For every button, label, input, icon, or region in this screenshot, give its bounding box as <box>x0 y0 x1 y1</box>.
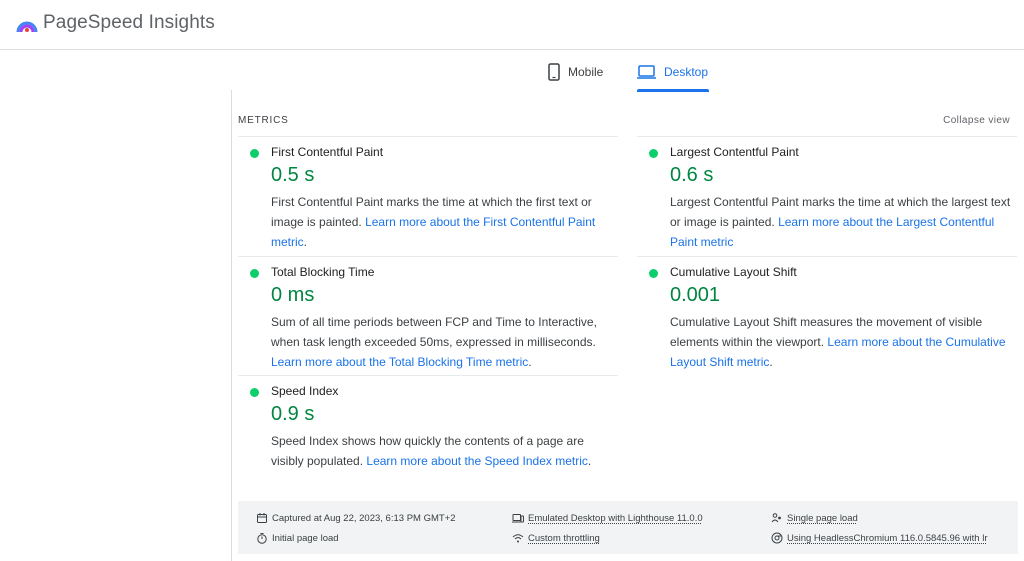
throttling-text: Custom throttling <box>528 532 600 544</box>
metric-first-contentful-paint: First Contentful Paint 0.5 s First Conte… <box>238 136 618 256</box>
pass-status-icon <box>250 269 259 278</box>
app-header: PageSpeed Insights <box>0 0 1024 50</box>
timer-icon <box>256 532 268 544</box>
learn-more-link[interactable]: Learn more about the Total Blocking Time… <box>271 355 528 369</box>
metric-name: Largest Contentful Paint <box>670 145 799 159</box>
mobile-icon <box>548 63 560 81</box>
metric-description-text: Sum of all time periods between FCP and … <box>271 315 597 349</box>
people-icon <box>771 512 783 524</box>
emulated-device-info[interactable]: Emulated Desktop with Lighthouse 11.0.0 <box>512 512 703 524</box>
single-load-info[interactable]: Single page load <box>771 512 858 524</box>
metric-cumulative-layout-shift: Cumulative Layout Shift 0.001 Cumulative… <box>637 256 1017 376</box>
metric-value: 0.6 s <box>670 164 714 186</box>
pagespeed-logo-icon[interactable] <box>16 14 38 34</box>
metric-value: 0 ms <box>271 284 315 306</box>
calendar-icon <box>256 512 268 524</box>
metric-largest-contentful-paint: Largest Contentful Paint 0.6 s Largest C… <box>637 136 1017 256</box>
learn-more-link[interactable]: Learn more about the Speed Index metric <box>366 454 587 468</box>
metrics-heading: METRICS <box>238 115 289 126</box>
metric-speed-index: Speed Index 0.9 s Speed Index shows how … <box>238 375 618 475</box>
tab-desktop[interactable]: Desktop <box>637 52 708 92</box>
throttling-info[interactable]: Custom throttling <box>512 532 600 544</box>
metric-name: Cumulative Layout Shift <box>670 265 797 279</box>
captured-at-info: Captured at Aug 22, 2023, 6:13 PM GMT+2 <box>256 512 456 524</box>
metric-value: 0.001 <box>670 284 721 306</box>
browser-text: Using HeadlessChromium 116.0.5845.96 wit… <box>787 532 988 544</box>
browser-info[interactable]: Using HeadlessChromium 116.0.5845.96 wit… <box>771 532 987 544</box>
collapse-view-button[interactable]: Collapse view <box>943 115 1010 126</box>
metric-name: Total Blocking Time <box>271 265 375 279</box>
emulated-device-text: Emulated Desktop with Lighthouse 11.0.0 <box>528 512 703 524</box>
desktop-icon <box>637 65 656 79</box>
active-tab-indicator <box>637 89 709 92</box>
single-load-text: Single page load <box>787 512 858 524</box>
chrome-icon <box>771 532 783 544</box>
tab-mobile-label: Mobile <box>568 65 604 79</box>
metric-value: 0.9 s <box>271 403 315 425</box>
pass-status-icon <box>649 269 658 278</box>
metric-name: Speed Index <box>271 384 339 398</box>
run-info-panel: Captured at Aug 22, 2023, 6:13 PM GMT+2 … <box>238 501 1018 554</box>
metric-description: Speed Index shows how quickly the conten… <box>271 434 592 468</box>
metric-description: First Contentful Paint marks the time at… <box>271 195 596 249</box>
devices-icon <box>512 512 524 524</box>
device-tabs: Mobile Desktop <box>0 52 1024 92</box>
pass-status-icon <box>250 388 259 397</box>
tab-desktop-label: Desktop <box>664 65 709 79</box>
wifi-icon <box>512 532 524 544</box>
content-divider <box>231 90 232 561</box>
captured-at-text: Captured at Aug 22, 2023, 6:13 PM GMT+2 <box>272 512 456 524</box>
pass-status-icon <box>250 149 259 158</box>
initial-load-text: Initial page load <box>272 532 339 544</box>
metric-name: First Contentful Paint <box>271 145 384 159</box>
metric-description: Largest Contentful Paint marks the time … <box>670 192 1015 252</box>
metric-description: Sum of all time periods between FCP and … <box>271 315 597 369</box>
initial-load-info: Initial page load <box>256 532 339 544</box>
metric-description: Cumulative Layout Shift measures the mov… <box>670 315 1006 369</box>
metric-total-blocking-time: Total Blocking Time 0 ms Sum of all time… <box>238 256 618 376</box>
pass-status-icon <box>649 149 658 158</box>
tab-mobile[interactable]: Mobile <box>548 52 603 92</box>
app-title[interactable]: PageSpeed Insights <box>43 12 215 34</box>
metric-value: 0.5 s <box>271 164 315 186</box>
